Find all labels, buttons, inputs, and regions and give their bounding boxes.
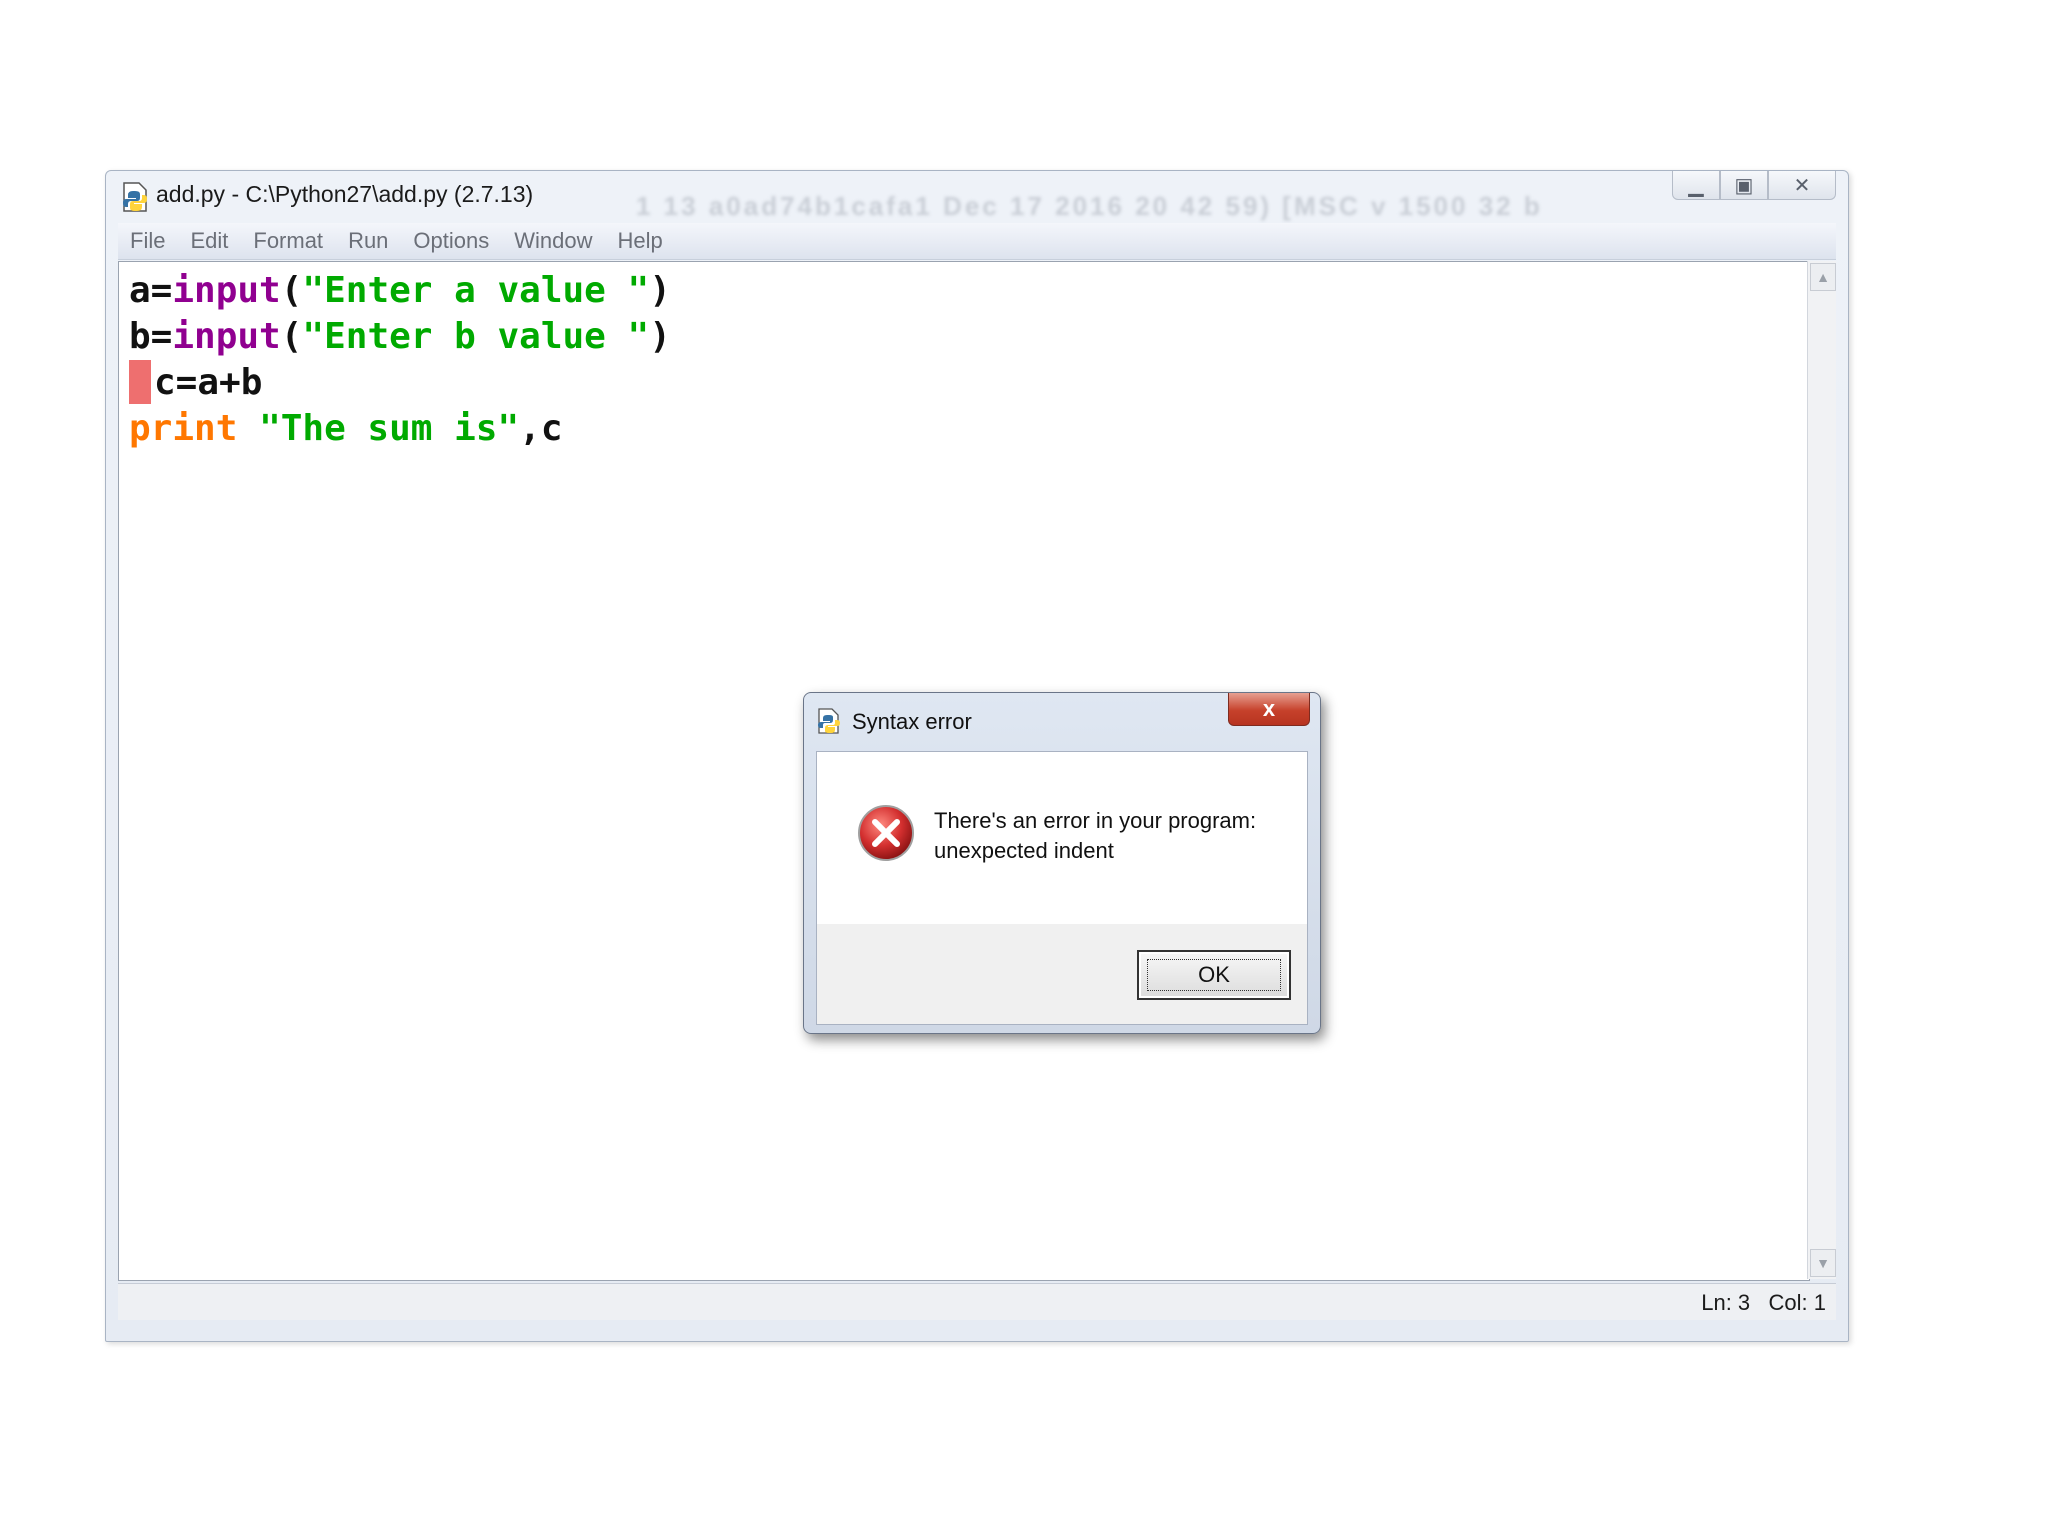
dialog-title: Syntax error [852, 709, 972, 734]
code-text[interactable]: a=input("Enter a value ") b=input("Enter … [129, 268, 671, 452]
close-icon: ✕ [1793, 174, 1811, 197]
window-title: add.py - C:\Python27\add.py (2.7.13) [156, 181, 534, 207]
vertical-scrollbar[interactable]: ▲ ▼ [1807, 261, 1836, 1279]
status-bar: Ln: 3 Col: 1 [118, 1283, 1836, 1320]
code-token: ) [649, 316, 671, 357]
menu-edit[interactable]: Edit [190, 228, 228, 254]
dialog-close-button[interactable]: x [1228, 693, 1310, 726]
dialog-body: There's an error in your program: unexpe… [816, 751, 1308, 1025]
python-icon [818, 708, 840, 734]
menu-help[interactable]: Help [618, 228, 663, 254]
code-token: ) [649, 270, 671, 311]
code-token: "Enter a value " [302, 270, 650, 311]
code-token: ,c [519, 408, 563, 449]
menu-file[interactable]: File [130, 228, 165, 254]
window-controls: ▁ ▣ ✕ [1672, 171, 1836, 201]
menu-run[interactable]: Run [348, 228, 388, 254]
close-icon: x [1262, 696, 1276, 721]
code-token: "Enter b value " [302, 316, 650, 357]
code-token: ( [280, 270, 303, 311]
maximize-button[interactable]: ▣ [1720, 171, 1768, 200]
line-number: Ln: 3 [1701, 1290, 1751, 1315]
error-indent-marker [129, 360, 151, 404]
error-icon [858, 805, 914, 861]
code-token: input [172, 316, 281, 357]
code-line[interactable]: b=input("Enter b value ") [129, 314, 671, 360]
code-token: "The sum is" [259, 408, 520, 449]
dialog-footer: OK [817, 924, 1307, 1024]
cursor-position: Ln: 3 Col: 1 [1701, 1290, 1826, 1316]
code-token: input [172, 270, 281, 311]
menu-format[interactable]: Format [253, 228, 323, 254]
code-token: c=a+b [154, 362, 263, 403]
python-file-icon [123, 182, 147, 212]
ok-button[interactable]: OK [1137, 950, 1291, 1000]
code-token: b= [129, 316, 173, 357]
menu-options[interactable]: Options [413, 228, 489, 254]
code-line[interactable]: a=input("Enter a value ") [129, 268, 671, 314]
ok-button-label: OK [1147, 959, 1281, 991]
code-line[interactable]: c=a+b [129, 360, 671, 406]
code-line[interactable]: print "The sum is",c [129, 406, 671, 452]
close-button[interactable]: ✕ [1768, 171, 1836, 200]
code-token: a= [129, 270, 173, 311]
scroll-up-icon[interactable]: ▲ [1810, 263, 1836, 291]
menu-window[interactable]: Window [514, 228, 592, 254]
column-number: Col: 1 [1768, 1290, 1826, 1315]
window-title-background-text: 1 13 a0ad74b1cafa1 Dec 17 2016 20 42 59)… [636, 191, 1543, 221]
menu-bar: File Edit Format Run Options Window Help [118, 223, 1836, 260]
title-bar[interactable]: add.py - C:\Python27\add.py (2.7.13) 1 1… [106, 171, 1848, 221]
syntax-error-dialog: Syntax error x There's an error in your … [803, 692, 1321, 1034]
code-token: print [129, 408, 238, 449]
code-token: ( [280, 316, 303, 357]
maximize-icon: ▣ [1734, 174, 1754, 197]
minimize-button[interactable]: ▁ [1672, 171, 1720, 200]
scroll-down-icon[interactable]: ▼ [1810, 1249, 1836, 1277]
minimize-icon: ▁ [1688, 174, 1704, 197]
error-message-line-2: unexpected indent [934, 838, 1114, 863]
error-message: There's an error in your program: unexpe… [934, 806, 1256, 866]
error-message-line-1: There's an error in your program: [934, 808, 1257, 833]
